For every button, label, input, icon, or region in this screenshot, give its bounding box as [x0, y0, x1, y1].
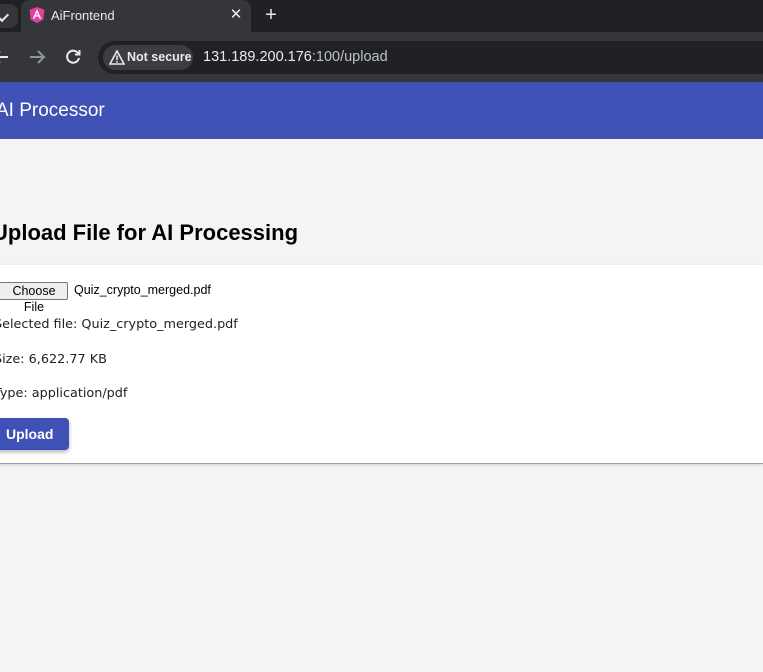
security-chip[interactable]: Not secure [103, 45, 193, 70]
chevron-down-icon [0, 7, 10, 23]
url-host: 131.189.200.176 [203, 49, 312, 65]
url-path: :100/upload [311, 49, 388, 65]
upload-card: Choose File Quiz_crypto_merged.pdf Selec… [0, 265, 763, 464]
file-size-text: Size: 6,622.77 KB [0, 352, 107, 367]
upload-button[interactable]: Upload [0, 418, 69, 450]
selected-file-text: Selected file: Quiz_crypto_merged.pdf [0, 317, 238, 332]
file-type-text: Type: application/pdf [0, 386, 128, 401]
security-chip-label: Not secure [127, 50, 192, 64]
url-text: 131.189.200.176:100/upload [203, 49, 388, 65]
page-title: Upload File for AI Processing [0, 220, 299, 245]
choose-file-button[interactable]: Choose File [0, 282, 68, 314]
address-bar[interactable]: Not secure 131.189.200.176:100/upload [98, 41, 763, 74]
warning-triangle-icon [109, 50, 125, 65]
reload-icon[interactable] [61, 45, 85, 69]
new-tab-button[interactable]: + [260, 5, 282, 27]
app-title: AI Processor [0, 100, 105, 121]
browser-tabstrip: AiFrontend ✕ + [0, 0, 763, 32]
angular-logo-icon [29, 7, 45, 23]
app-toolbar: AI Processor [0, 82, 763, 139]
tab-search-button[interactable] [0, 4, 18, 28]
browser-toolbar: Not secure 131.189.200.176:100/upload [0, 32, 763, 82]
browser-tab-active[interactable]: AiFrontend ✕ [21, 0, 251, 32]
tab-title: AiFrontend [51, 8, 115, 23]
chosen-file-name: Quiz_crypto_merged.pdf [74, 283, 211, 297]
back-arrow-icon[interactable] [0, 45, 13, 69]
forward-arrow-icon[interactable] [25, 45, 49, 69]
close-icon[interactable]: ✕ [227, 6, 245, 24]
